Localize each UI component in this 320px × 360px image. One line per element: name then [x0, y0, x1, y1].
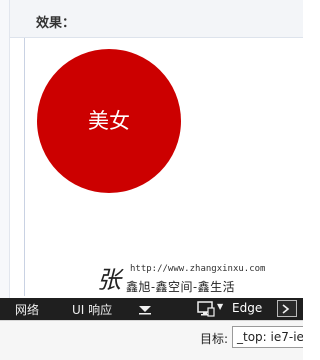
target-bar: 目标: _top: ie7-ie	[0, 320, 303, 360]
target-select[interactable]: _top: ie7-ie	[232, 326, 303, 348]
target-label: 目标:	[200, 332, 229, 346]
page: 效果： 美女 张 http://www.zhangxinxu.com 鑫旭-鑫空…	[0, 0, 303, 360]
tab-ui-responsiveness[interactable]: UI 响应	[72, 301, 112, 318]
circle-text: 美女	[88, 108, 130, 133]
down-arrow-icon[interactable]	[138, 303, 152, 315]
effect-title: 效果：	[36, 16, 76, 31]
emulation-label: Edge	[232, 301, 263, 315]
effect-header: 效果：	[10, 0, 303, 38]
console-button[interactable]	[277, 300, 297, 317]
watermark-slogan: 鑫旭-鑫空间-鑫生活	[126, 280, 236, 294]
chevron-down-icon: ▼	[217, 302, 224, 311]
watermark-logo: 张	[96, 262, 124, 296]
emulation-selector[interactable]: ▼ Edge	[197, 301, 269, 317]
watermark-logo-char: 张	[97, 266, 124, 294]
monitor-icon	[197, 301, 215, 317]
watermark: 张 http://www.zhangxinxu.com 鑫旭-鑫空间-鑫生活	[96, 262, 296, 296]
tab-network[interactable]: 网络	[15, 301, 39, 318]
watermark-url: http://www.zhangxinxu.com	[130, 264, 266, 274]
devtools-bar: 网络 UI 响应 ▼ Edge	[0, 298, 303, 320]
demo-area: 美女	[25, 38, 303, 296]
console-icon	[282, 304, 290, 314]
left-gutter	[0, 0, 10, 298]
demo-circle: 美女	[37, 49, 181, 193]
